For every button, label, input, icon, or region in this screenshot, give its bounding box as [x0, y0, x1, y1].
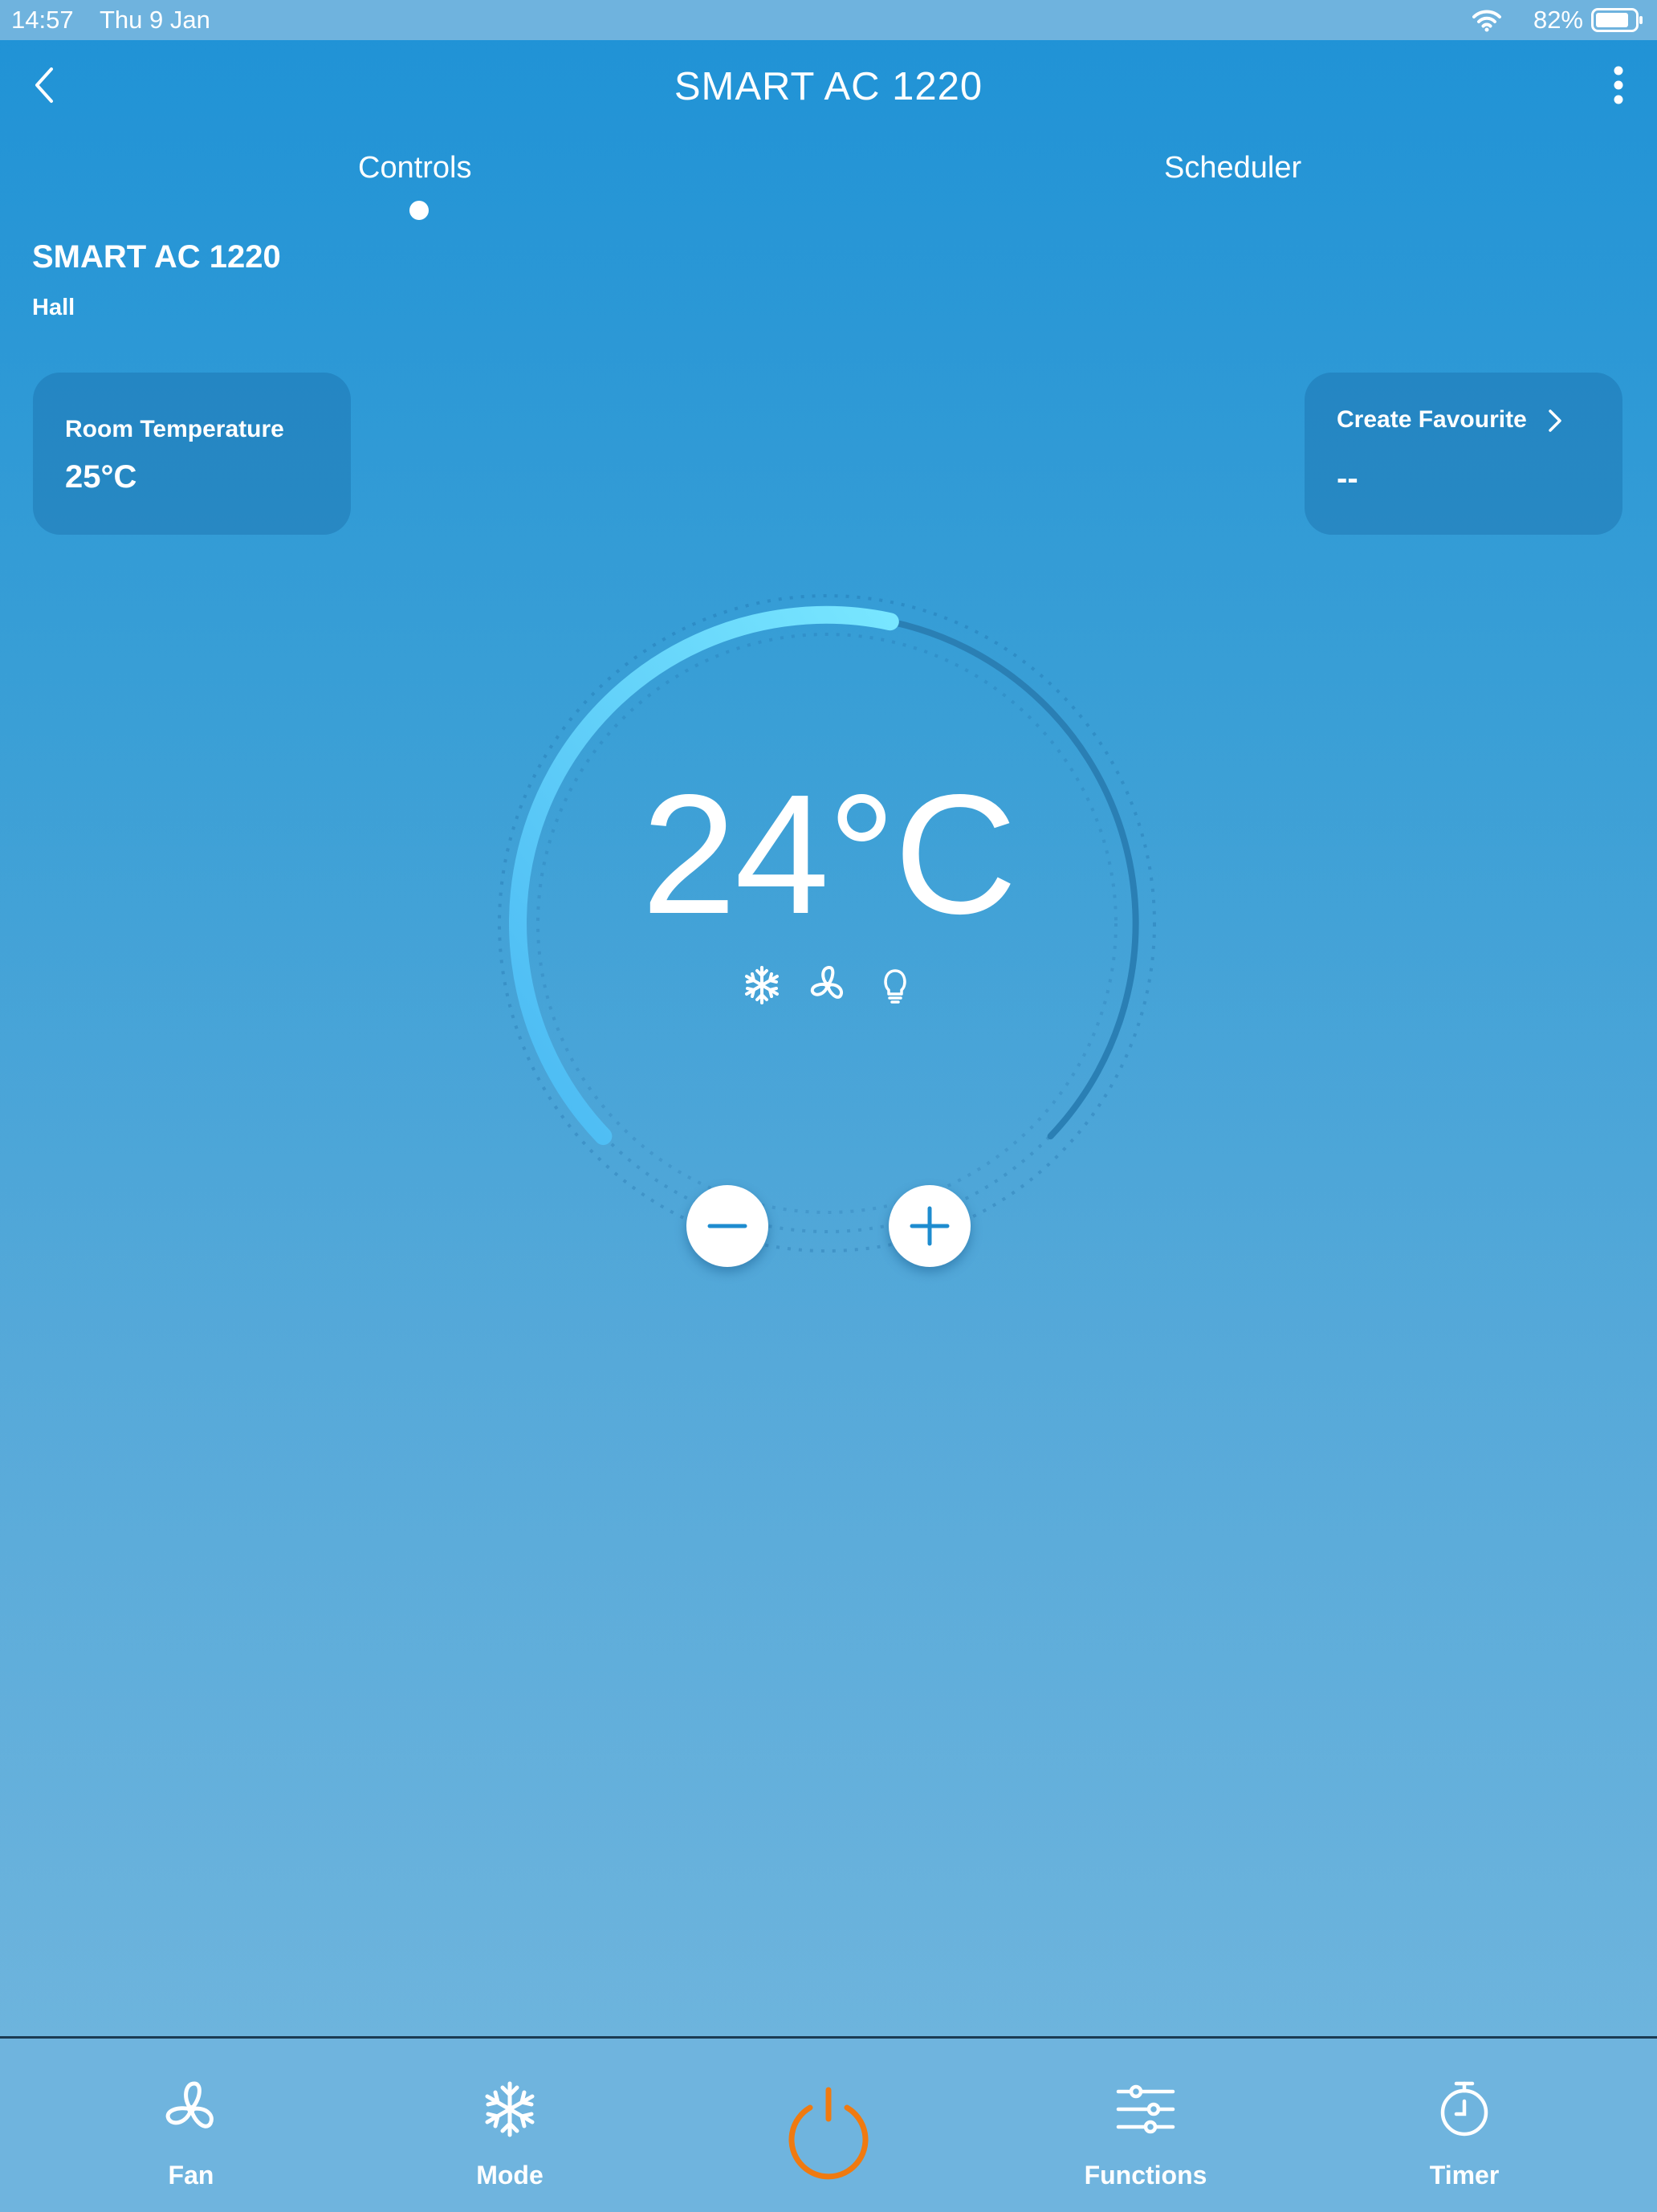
set-temperature: 24°C [641, 759, 1017, 949]
status-bar [0, 0, 1657, 40]
room-temperature-value: 25°C [65, 459, 137, 495]
timer-button[interactable]: Timer [1344, 2039, 1585, 2212]
room-temperature-card: Room Temperature 25°C [33, 373, 351, 535]
battery-percentage: 82% [1533, 6, 1583, 34]
status-date: Thu 9 Jan [100, 6, 210, 34]
mode-button[interactable]: Mode [389, 2039, 630, 2212]
wifi-icon [1472, 10, 1501, 32]
favourite-value: -- [1337, 461, 1358, 496]
timer-label: Timer [1429, 2161, 1500, 2190]
bottom-toolbar: Fan Mode Functions Timer [0, 2036, 1657, 2212]
plus-icon [910, 1206, 950, 1246]
fan-icon [165, 2081, 214, 2128]
bulb-icon [884, 969, 906, 1004]
create-favourite-card[interactable]: Create Favourite -- [1305, 373, 1622, 535]
room-temperature-label: Room Temperature [65, 416, 284, 442]
create-favourite-label: Create Favourite [1337, 406, 1527, 433]
fan-label: Fan [168, 2161, 214, 2190]
fan-icon [810, 966, 843, 999]
status-time: 14:57 [11, 6, 74, 34]
minus-icon [707, 1224, 747, 1228]
device-room: Hall [32, 295, 75, 320]
chevron-right-icon [1549, 409, 1561, 432]
device-name: SMART AC 1220 [32, 239, 281, 275]
power-icon[interactable] [781, 2084, 876, 2183]
increase-temperature-button[interactable] [889, 1185, 971, 1267]
tab-controls[interactable]: Controls [358, 151, 472, 185]
snowflake-icon [485, 2081, 535, 2137]
functions-label: Functions [1084, 2161, 1207, 2190]
functions-button[interactable]: Functions [1025, 2039, 1266, 2212]
page-title: SMART AC 1220 [674, 65, 983, 108]
decrease-temperature-button[interactable] [686, 1185, 768, 1267]
more-vertical-icon[interactable] [1598, 61, 1639, 109]
battery-icon [1591, 8, 1643, 32]
active-tab-indicator [409, 201, 429, 220]
mode-label: Mode [476, 2161, 544, 2190]
tab-scheduler[interactable]: Scheduler [1164, 151, 1301, 185]
sliders-icon [1116, 2084, 1175, 2134]
fan-button[interactable]: Fan [71, 2039, 311, 2212]
timer-icon [1440, 2081, 1488, 2137]
snowflake-icon [745, 966, 779, 1004]
